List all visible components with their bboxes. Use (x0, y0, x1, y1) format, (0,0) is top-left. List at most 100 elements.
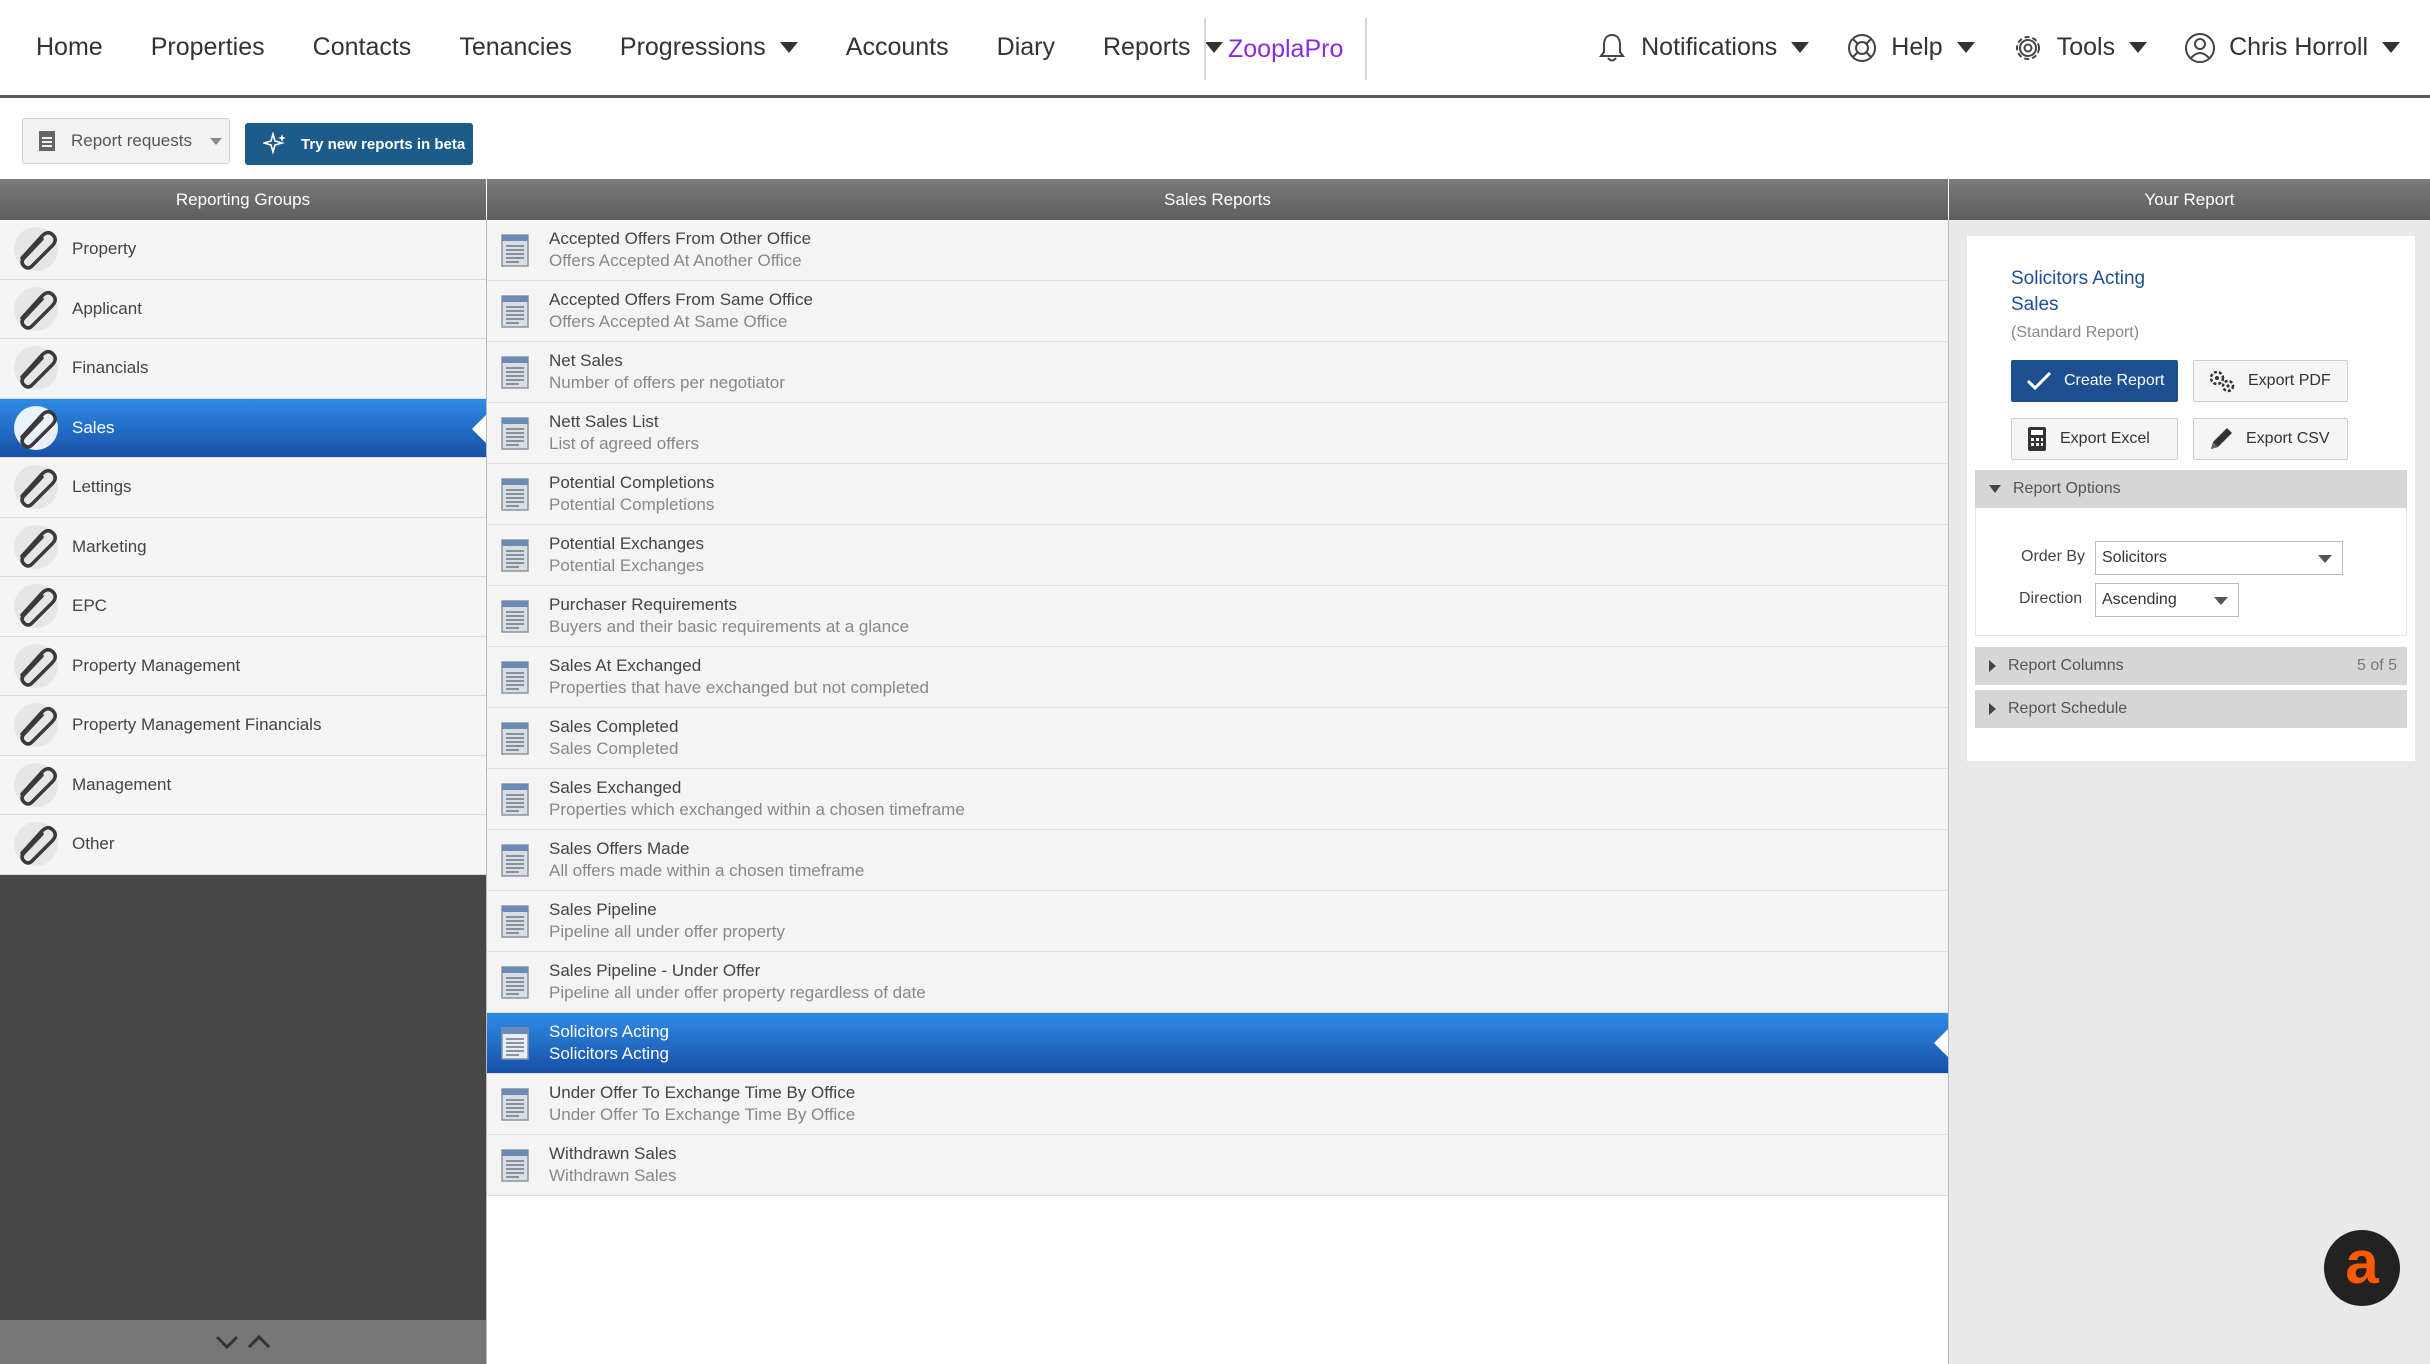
report-text: Net Sales Number of offers per negotiator (549, 350, 785, 394)
report-document-icon (501, 539, 529, 572)
reporting-group-financials[interactable]: Financials (0, 339, 486, 399)
reporting-group-lettings[interactable]: Lettings (0, 458, 486, 518)
report-item-description: Pipeline all under offer property (549, 922, 785, 941)
report-document-icon (501, 600, 529, 633)
report-item[interactable]: Accepted Offers From Other Office Offers … (487, 220, 1948, 281)
report-options-label: Report Options (2013, 480, 2121, 497)
report-requests-label: Report requests (71, 131, 192, 150)
report-item[interactable]: Nett Sales List List of agreed offers (487, 403, 1948, 464)
report-item[interactable]: Sales Pipeline - Under Offer Pipeline all… (487, 952, 1948, 1013)
collapse-expand-icon (215, 1334, 271, 1350)
report-item[interactable]: Sales Completed Sales Completed (487, 708, 1948, 769)
reporting-group-label: Property Management (72, 655, 241, 675)
report-item-description: Offers Accepted At Same Office (549, 312, 788, 331)
direction-select[interactable]: Ascending (2095, 583, 2239, 617)
reporting-group-marketing[interactable]: Marketing (0, 517, 486, 577)
create-report-button[interactable]: Create Report (2011, 360, 2178, 402)
report-text: Purchaser Requirements Buyers and their b… (549, 594, 909, 638)
report-item-description: List of agreed offers (549, 434, 699, 453)
collapse-expand-bar[interactable] (0, 1320, 486, 1364)
reporting-group-sales[interactable]: Sales (0, 398, 486, 458)
report-item[interactable]: Potential Completions Potential Completio… (487, 464, 1948, 525)
report-item-description: Potential Exchanges (549, 556, 704, 575)
report-item-title: Sales Exchanged (549, 778, 682, 797)
paperclip-icon (14, 822, 58, 867)
report-text: Accepted Offers From Other Office Offers … (549, 228, 811, 272)
try-beta-button[interactable]: Try new reports in beta (245, 123, 473, 165)
nav-diary-link[interactable]: Diary (997, 33, 1055, 62)
reporting-group-management[interactable]: Management (0, 755, 486, 815)
nav-home-link[interactable]: Home (36, 33, 103, 62)
report-card: Solicitors Acting Sales (Standard Report… (1967, 236, 2415, 761)
reporting-groups-list: Property Applicant Financials Sales Lettings… (0, 220, 486, 875)
report-item[interactable]: Net Sales Number of offers per negotiator (487, 342, 1948, 403)
report-item-title: Sales Completed (549, 717, 679, 736)
nav-tenancies-link[interactable]: Tenancies (459, 33, 572, 62)
report-item-description: Under Offer To Exchange Time By Office (549, 1105, 856, 1124)
zooplapro-link[interactable]: ZooplaPro (1228, 35, 1343, 64)
paperclip-icon (14, 405, 58, 450)
report-requests-button[interactable]: Report requests (22, 118, 230, 164)
zoopla-link-wrap: ZooplaPro (1204, 18, 1368, 80)
report-document-icon (501, 356, 529, 389)
reporting-group-property-management-financials[interactable]: Property Management Financials (0, 696, 486, 756)
report-item[interactable]: Withdrawn Sales Withdrawn Sales (487, 1135, 1948, 1196)
report-schedule-toggle[interactable]: Report Schedule (1975, 690, 2407, 728)
report-item-description: Potential Completions (549, 495, 715, 514)
chevron-down-icon (209, 137, 222, 145)
reporting-group-other[interactable]: Other (0, 815, 486, 875)
report-text: Under Offer To Exchange Time By Office Un… (549, 1082, 855, 1126)
paperclip-icon (14, 465, 58, 510)
report-item[interactable]: Sales Exchanged Properties which exchange… (487, 769, 1948, 830)
nav-label: Reports (1102, 33, 1191, 61)
report-item[interactable]: Accepted Offers From Same Office Offers A… (487, 281, 1948, 342)
report-document-icon (501, 783, 529, 816)
report-item[interactable]: Sales Offers Made All offers made within … (487, 830, 1948, 891)
report-columns-count: 5 of 5 (2356, 657, 2397, 674)
report-document-icon (501, 661, 529, 694)
report-item-title: Potential Completions (549, 473, 715, 492)
nav-progressions-menu[interactable]: Progressions (620, 33, 798, 62)
tools-menu[interactable]: Tools (2011, 31, 2148, 65)
reporting-groups-panel: Property Applicant Financials Sales Lettings… (0, 220, 486, 1364)
paperclip-icon (14, 346, 58, 391)
report-document-icon (501, 417, 529, 450)
reporting-groups-header: Reporting Groups (0, 179, 486, 220)
export-excel-label: Export Excel (2060, 430, 2150, 447)
reporting-group-applicant[interactable]: Applicant (0, 279, 486, 339)
reporting-group-label: Sales (72, 417, 115, 437)
report-item-description: Offers Accepted At Another Office (549, 251, 802, 270)
sales-reports-header: Sales Reports (487, 179, 1948, 220)
create-report-label: Create Report (2064, 372, 2165, 389)
report-item-description: Solicitors Acting (549, 1044, 669, 1063)
export-csv-button[interactable]: Export CSV (2193, 418, 2348, 460)
nav-properties-link[interactable]: Properties (151, 33, 265, 62)
top-navigation: Home Properties Contacts Tenancies Progressi… (0, 0, 2430, 98)
nav-accounts-link[interactable]: Accounts (846, 33, 949, 62)
chevron-down-icon (1791, 42, 1810, 53)
reporting-group-epc[interactable]: EPC (0, 577, 486, 637)
notifications-menu[interactable]: Notifications (1595, 31, 1810, 65)
report-item[interactable]: Under Offer To Exchange Time By Office Un… (487, 1074, 1948, 1135)
tools-label: Tools (2056, 33, 2116, 61)
paperclip-icon (14, 227, 58, 272)
report-item[interactable]: Solicitors Acting Solicitors Acting (487, 1013, 1948, 1074)
help-menu[interactable]: Help (1845, 31, 1975, 65)
reporting-group-property[interactable]: Property (0, 220, 486, 280)
bell-icon (1599, 33, 1626, 61)
report-options-toggle[interactable]: Report Options (1975, 470, 2407, 508)
report-item[interactable]: Sales At Exchanged Properties that have e… (487, 647, 1948, 708)
report-text: Accepted Offers From Same Office Offers A… (549, 289, 813, 333)
reporting-group-property-management[interactable]: Property Management (0, 636, 486, 696)
export-pdf-button[interactable]: Export PDF (2193, 360, 2348, 402)
export-excel-button[interactable]: Export Excel (2011, 418, 2178, 460)
report-text: Sales At Exchanged Properties that have e… (549, 655, 929, 699)
report-item[interactable]: Purchaser Requirements Buyers and their b… (487, 586, 1948, 647)
nav-contacts-link[interactable]: Contacts (313, 33, 412, 62)
report-item[interactable]: Sales Pipeline Pipeline all under offer p… (487, 891, 1948, 952)
report-item[interactable]: Potential Exchanges Potential Exchanges (487, 525, 1948, 586)
order-by-select[interactable]: Solicitors (2095, 541, 2343, 575)
report-columns-toggle[interactable]: Report Columns 5 of 5 (1975, 647, 2407, 685)
user-menu[interactable]: Chris Horroll (2183, 31, 2400, 65)
chat-widget-button[interactable]: a (2324, 1230, 2400, 1306)
